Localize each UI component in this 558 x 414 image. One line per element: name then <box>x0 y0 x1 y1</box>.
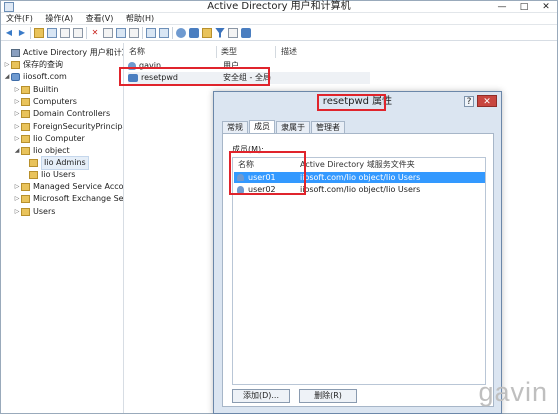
properties-dialog: resetpwd 属性 ? ✕ 常规 成员 隶属于 管理者 成员(M): 名称 … <box>213 91 502 414</box>
forward-arrow-icon[interactable]: ▶ <box>17 28 27 38</box>
folder-icon <box>11 61 20 69</box>
tab-members[interactable]: 成员 <box>249 120 275 133</box>
tab-managed-by[interactable]: 管理者 <box>311 121 345 133</box>
folder-icon[interactable] <box>34 27 44 38</box>
tree-item-iio-computer[interactable]: ▷ Iio Computer <box>13 133 85 145</box>
annotation-highlight <box>317 94 386 111</box>
delete-icon[interactable]: ✕ <box>90 28 100 38</box>
folder-icon <box>29 159 38 167</box>
grid-icon[interactable] <box>47 27 57 38</box>
add-member-button[interactable]: 添加(D)... <box>232 389 290 403</box>
members-column-folder[interactable]: Active Directory 域服务文件夹 <box>300 160 415 170</box>
help-icon[interactable] <box>146 27 156 38</box>
help-console-icon[interactable] <box>159 27 169 38</box>
column-header-type[interactable]: 类型 <box>221 46 237 58</box>
expand-icon[interactable]: ▷ <box>13 121 21 133</box>
folder-icon <box>29 171 38 179</box>
folder-icon <box>21 98 30 106</box>
window-title: Active Directory 用户和计算机 <box>207 1 351 12</box>
add-user-icon[interactable] <box>176 27 186 38</box>
back-arrow-icon[interactable]: ◀ <box>4 28 14 38</box>
tree-item-computers[interactable]: ▷ Computers <box>13 96 77 108</box>
title-bar: Active Directory 用户和计算机 — □ ✕ <box>1 1 557 13</box>
folder-icon <box>21 183 30 191</box>
add-to-group-icon[interactable] <box>241 27 251 38</box>
watermark: gavin <box>478 377 548 407</box>
expand-icon[interactable]: ▷ <box>13 206 21 218</box>
add-group-icon[interactable] <box>189 27 199 38</box>
folder-icon <box>21 147 30 155</box>
menu-help[interactable]: 帮助(H) <box>121 13 159 25</box>
tree-item-exchange[interactable]: ▷ Microsoft Exchange Se <box>13 193 123 205</box>
folder-icon <box>21 86 30 94</box>
expand-icon[interactable]: ▷ <box>3 59 11 71</box>
expand-icon[interactable]: ▷ <box>13 133 21 145</box>
document-icon[interactable] <box>60 27 70 38</box>
domain-icon <box>11 73 20 81</box>
tree-item-domain[interactable]: ◢ iiosoft.com <box>3 71 67 83</box>
dialog-tabs: 常规 成员 隶属于 管理者 <box>222 120 346 133</box>
expand-icon[interactable]: ▷ <box>13 108 21 120</box>
tree-pane: Active Directory 用户和计算机 ▷保存的查询 ◢iiosoft.… <box>1 43 124 413</box>
ad-icon <box>11 49 20 57</box>
tab-general[interactable]: 常规 <box>222 121 248 133</box>
folder-icon <box>21 123 30 131</box>
add-ou-icon[interactable] <box>202 27 212 38</box>
tree-item-saved-queries[interactable]: ▷ 保存的查询 <box>3 59 63 71</box>
collapse-icon[interactable]: ◢ <box>13 145 21 157</box>
folder-icon <box>21 135 30 143</box>
folder-icon <box>21 195 30 203</box>
remove-member-button[interactable]: 删除(R) <box>299 389 357 403</box>
menu-file[interactable]: 文件(F) <box>1 13 38 25</box>
find-icon[interactable] <box>228 27 238 38</box>
expand-icon[interactable]: ▷ <box>13 181 21 193</box>
maximize-button[interactable]: □ <box>513 1 535 13</box>
annotation-highlight <box>119 67 270 86</box>
help-button[interactable]: ? <box>464 96 474 107</box>
folder-icon <box>21 208 30 216</box>
copy-icon[interactable] <box>73 27 83 38</box>
tree-item-foreign-security[interactable]: ▷ ForeignSecurityPrincipa <box>13 121 123 133</box>
close-window-button[interactable]: ✕ <box>535 1 557 13</box>
column-header-name[interactable]: 名称 <box>129 46 145 58</box>
tree-item-domain-controllers[interactable]: ▷ Domain Controllers <box>13 108 110 120</box>
menu-view[interactable]: 查看(V) <box>81 13 119 25</box>
expand-icon[interactable]: ▷ <box>13 96 21 108</box>
minimize-button[interactable]: — <box>491 1 513 13</box>
menu-bar: 文件(F) 操作(A) 查看(V) 帮助(H) <box>1 13 557 25</box>
tree-item-builtin[interactable]: ▷ Builtin <box>13 84 58 96</box>
tree-item-root[interactable]: Active Directory 用户和计算机 <box>3 47 123 59</box>
column-header-description[interactable]: 描述 <box>281 46 297 58</box>
tab-member-of[interactable]: 隶属于 <box>276 121 310 133</box>
export-icon[interactable] <box>129 27 139 38</box>
tree-item-users[interactable]: ▷ Users <box>13 206 55 218</box>
toolbar: ◀ ▶ ✕ <box>1 25 557 41</box>
expand-icon[interactable]: ▷ <box>13 84 21 96</box>
tree-item-managed-service[interactable]: ▷ Managed Service Acco <box>13 181 123 193</box>
menu-action[interactable]: 操作(A) <box>40 13 78 25</box>
refresh-icon[interactable] <box>116 27 126 38</box>
tree-item-iio-users[interactable]: Iio Users <box>29 169 75 181</box>
folder-icon <box>21 110 30 118</box>
properties-icon[interactable] <box>103 27 113 38</box>
tree-item-iio-admins[interactable]: Iio Admins <box>29 156 89 170</box>
annotation-highlight <box>229 151 306 195</box>
filter-icon[interactable] <box>215 27 225 38</box>
expand-icon[interactable]: ▷ <box>13 193 21 205</box>
collapse-icon[interactable]: ◢ <box>3 71 11 83</box>
dialog-close-button[interactable]: ✕ <box>477 95 497 107</box>
